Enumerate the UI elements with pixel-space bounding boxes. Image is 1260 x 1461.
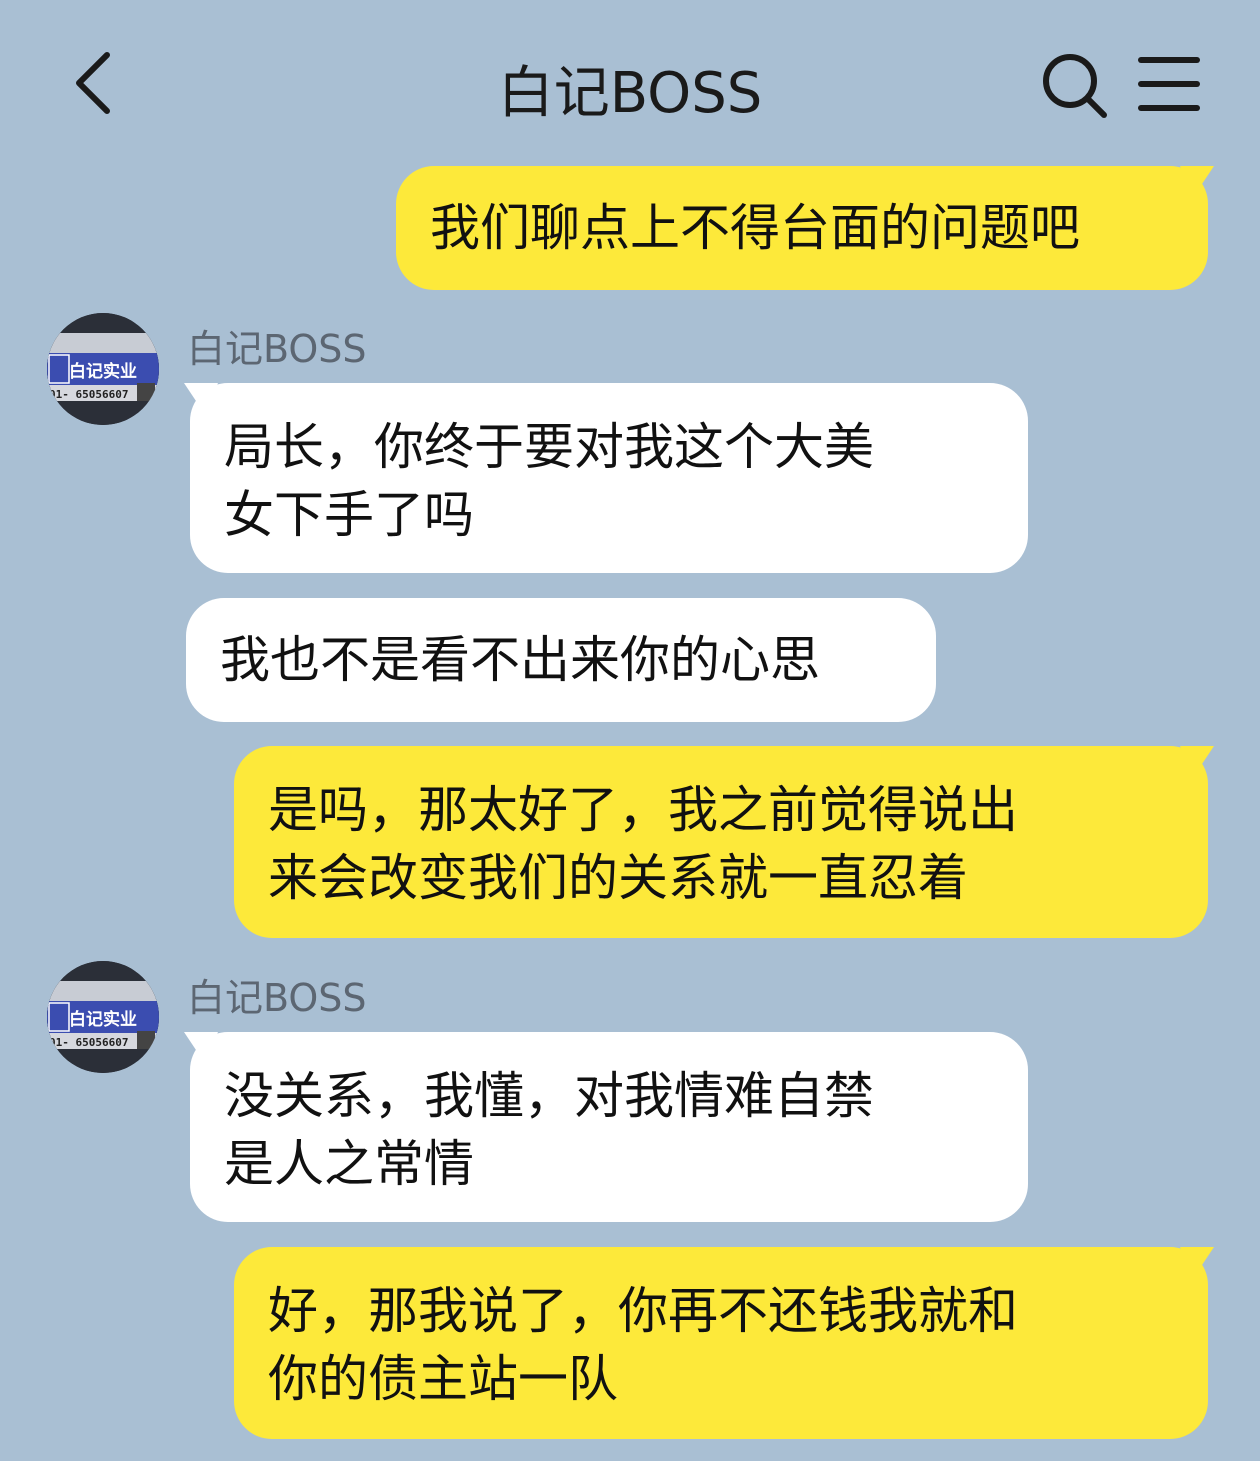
- message-text: 女下手了吗: [224, 486, 474, 544]
- svg-text:01- 65056607: 01- 65056607: [49, 1036, 128, 1049]
- message-bubble-incoming[interactable]: 局长，你终于要对我这个大美 女下手了吗: [184, 383, 1028, 573]
- bubble-tail: [184, 1032, 218, 1062]
- avatar[interactable]: 白记实业 01- 65056607: [47, 313, 159, 425]
- search-icon: [1043, 54, 1107, 118]
- hamburger-menu-icon: [1138, 57, 1200, 111]
- message-text: 好，那我说了，你再不还钱我就和: [268, 1282, 1018, 1340]
- avatar[interactable]: 白记实业 01- 65056607: [47, 961, 159, 1073]
- svg-text:白记实业: 白记实业: [69, 1009, 137, 1030]
- chat-header: 白记BOSS: [0, 0, 1260, 165]
- message-text: 是人之常情: [224, 1135, 474, 1193]
- message-text: 我也不是看不出来你的心思: [220, 631, 820, 689]
- company-logo-image: 白记实业 01- 65056607: [47, 313, 159, 425]
- svg-text:01- 65056607: 01- 65056607: [49, 388, 128, 401]
- sender-name: 白记BOSS: [187, 327, 367, 371]
- message-bubble-outgoing[interactable]: 好，那我说了，你再不还钱我就和 你的债主站一队: [234, 1247, 1214, 1439]
- company-logo-image: 白记实业 01- 65056607: [47, 961, 159, 1073]
- message-bubble-incoming[interactable]: 没关系，我懂，对我情难自禁 是人之常情: [184, 1032, 1028, 1222]
- bubble-tail: [1180, 166, 1214, 196]
- message-bubble-incoming[interactable]: 我也不是看不出来你的心思: [186, 598, 936, 722]
- message-bubble-outgoing[interactable]: 是吗，那太好了，我之前觉得说出 来会改变我们的关系就一直忍着: [234, 746, 1214, 938]
- message-text: 局长，你终于要对我这个大美: [224, 418, 874, 476]
- message-text: 来会改变我们的关系就一直忍着: [268, 849, 968, 907]
- svg-text:白记实业: 白记实业: [69, 361, 137, 382]
- message-text: 你的债主站一队: [268, 1350, 618, 1408]
- message-bubble-outgoing[interactable]: 我们聊点上不得台面的问题吧: [396, 166, 1214, 290]
- bubble-tail: [1180, 1247, 1214, 1277]
- search-button[interactable]: [1038, 50, 1113, 120]
- message-text: 没关系，我懂，对我情难自禁: [224, 1067, 874, 1125]
- bubble-tail: [1180, 746, 1214, 776]
- message-text: 我们聊点上不得台面的问题吧: [430, 199, 1080, 257]
- bubble-tail: [184, 383, 218, 413]
- sender-name: 白记BOSS: [187, 976, 367, 1020]
- message-text: 是吗，那太好了，我之前觉得说出: [268, 781, 1018, 839]
- menu-button[interactable]: [1133, 52, 1205, 116]
